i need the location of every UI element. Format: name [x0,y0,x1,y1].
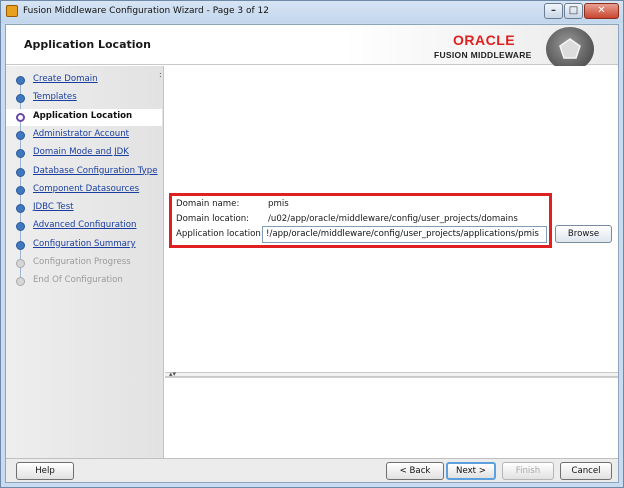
step-status-icon [16,149,25,159]
nav-step-domain-mode-and-jdk[interactable]: Domain Mode and JDK [6,145,162,170]
nav-step-label: End Of Configuration [33,275,123,286]
minimize-button[interactable]: – [544,3,563,19]
nav-step-label: Templates [33,92,77,103]
nav-step-create-domain[interactable]: Create Domain [6,72,162,96]
wizard-steps-nav: : Create Domain Templates Application Loca… [6,66,164,468]
oracle-logo: ORACLE [453,32,516,48]
nav-step-label: Create Domain [33,74,98,84]
nav-step-label: JDBC Test [33,202,74,213]
application-location-label: Application location: [176,229,264,239]
nav-step-application-location[interactable]: Application Location [6,108,162,133]
nav-step-configuration-summary[interactable]: Configuration Summary [6,237,162,261]
domain-name-value: pmis [268,199,289,209]
step-status-icon [16,204,25,214]
nav-step-label: Configuration Summary [33,238,136,249]
page-title: Application Location [24,38,151,51]
back-button[interactable]: < Back [386,462,444,480]
browse-button[interactable]: Browse [555,225,612,243]
nav-step-advanced-configuration[interactable]: Advanced Configuration [6,218,162,243]
wizard-client-area: Application Location ORACLE FUSION MIDDL… [5,24,619,483]
step-status-icon [16,94,25,104]
cancel-button[interactable]: Cancel [560,462,612,480]
message-area [165,377,618,468]
domain-location-value: /u02/app/oracle/middleware/config/user_p… [268,214,518,224]
minimize-icon: – [551,5,556,16]
nav-step-templates[interactable]: Templates [6,90,162,115]
nav-step-label: Application Location [33,110,133,121]
pentagon-icon [546,27,594,71]
step-status-icon [16,259,25,268]
wizard-window: Fusion Middleware Configuration Wizard -… [0,0,624,488]
nav-step-label: Database Configuration Type [33,165,158,176]
step-status-icon [16,112,25,122]
step-status-icon [16,277,25,287]
nav-step-administrator-account[interactable]: Administrator Account [6,127,162,151]
step-status-icon [16,76,25,85]
step-status-icon [16,240,25,250]
application-location-panel: Domain name: pmis Domain location: /u02/… [165,66,618,372]
nav-step-label: Configuration Progress [33,257,131,267]
next-button[interactable]: Next > [446,462,496,480]
close-button[interactable]: ✕ [584,3,619,19]
step-status-icon [16,167,25,177]
nav-step-label: Domain Mode and JDK [33,147,129,158]
step-status-icon [16,130,25,140]
nav-step-label: Advanced Configuration [33,220,137,231]
nav-step-configuration-progress: Configuration Progress [6,255,162,279]
step-status-icon [16,222,25,232]
nav-step-jdbc-test[interactable]: JDBC Test [6,200,162,225]
product-name: FUSION MIDDLEWARE [434,50,532,60]
step-status-icon [16,185,25,195]
nav-step-label: Component Datasources [33,183,140,194]
domain-location-label: Domain location: [176,214,250,224]
title-bar[interactable]: Fusion Middleware Configuration Wizard -… [1,1,623,23]
wizard-footer: Help < Back Next > Finish Cancel [6,458,618,482]
wizard-header: Application Location ORACLE FUSION MIDDL… [6,25,618,71]
nav-step-label: Administrator Account [33,128,130,139]
domain-name-label: Domain name: [176,199,240,209]
nav-step-end-of-configuration: End Of Configuration [6,273,162,290]
maximize-button[interactable]: □ [564,3,583,19]
help-button[interactable]: Help [16,462,74,480]
close-icon: ✕ [597,5,606,16]
application-location-input[interactable]: !/app/oracle/middleware/config/user_proj… [262,226,547,243]
nav-step-database-configuration-type[interactable]: Database Configuration Type [6,164,162,188]
app-icon [6,5,18,17]
maximize-icon: □ [568,5,579,16]
nav-step-component-datasources[interactable]: Component Datasources [6,182,162,206]
finish-button: Finish [502,462,554,480]
window-title: Fusion Middleware Configuration Wizard -… [23,6,269,16]
